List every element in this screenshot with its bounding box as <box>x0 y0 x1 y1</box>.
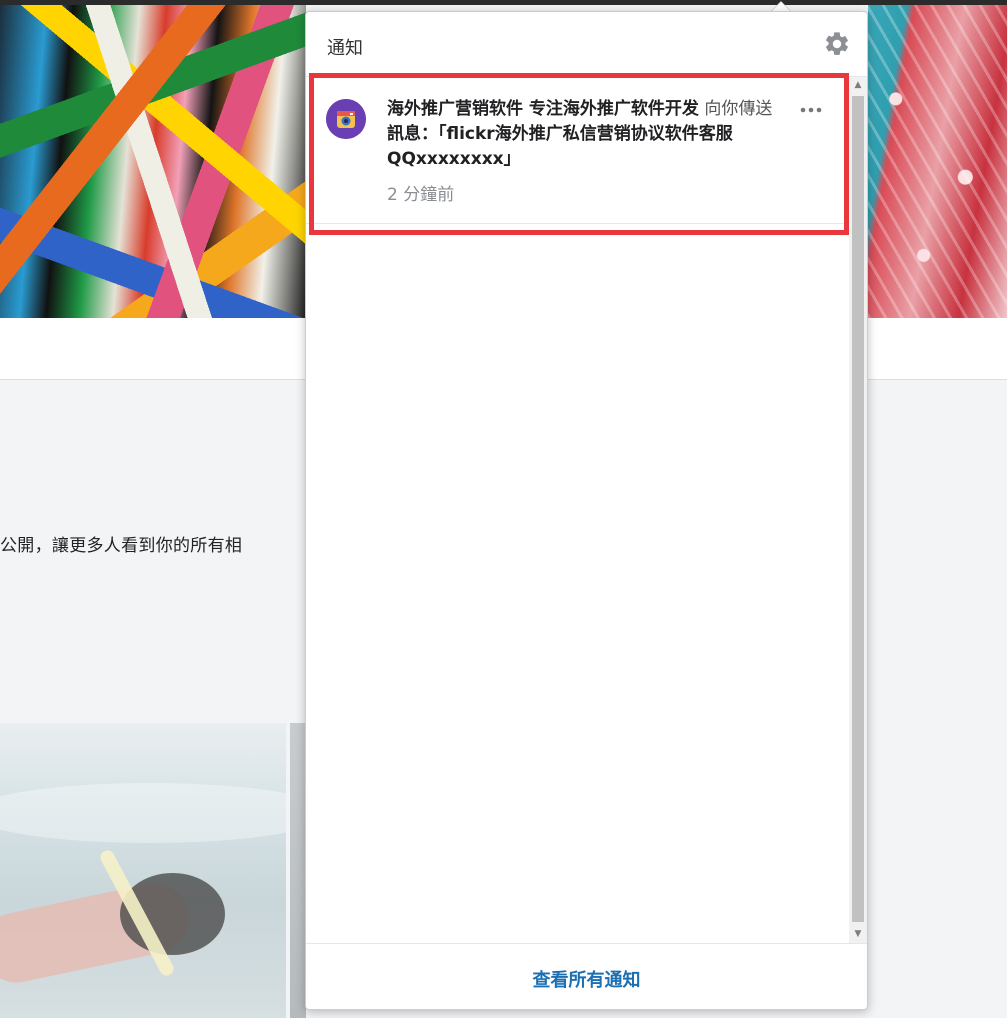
notification-item[interactable]: 海外推广营销软件 专注海外推广软件开发 向你傳送 訊息：「flickr海外推广私… <box>306 77 847 224</box>
notification-time: 2 分鐘前 <box>387 185 455 205</box>
notification-sender[interactable]: 海外推广营销软件 专注海外推广软件开发 <box>387 99 699 119</box>
notifications-list[interactable]: 海外推广营销软件 专注海外推广软件开发 向你傳送 訊息：「flickr海外推广私… <box>306 77 867 943</box>
photo-thumbnail-edge[interactable] <box>290 723 306 1018</box>
popover-footer: 查看所有通知 <box>306 943 867 1010</box>
scroll-up-arrow-icon[interactable]: ▲ <box>849 77 867 94</box>
gear-icon[interactable] <box>823 30 851 58</box>
more-dots-icon[interactable] <box>798 101 824 119</box>
notifications-popover: 通知 海外推广营销软件 专注海外推广软件开发 向你傳送 訊息：「flickr海外… <box>305 11 868 1010</box>
notification-action: 向你傳送 <box>704 99 773 119</box>
notification-text: 海外推广营销软件 专注海外推广软件开发 向你傳送 訊息：「flickr海外推广私… <box>387 97 787 172</box>
cover-photo-left <box>0 5 306 318</box>
camera-avatar-icon[interactable] <box>326 99 366 139</box>
photo-wave <box>0 783 286 843</box>
profile-description: 公開，讓更多人看到你的所有相 <box>0 536 243 556</box>
scrollbar-thumb[interactable] <box>852 96 864 922</box>
scrollbar[interactable]: ▲ ▼ <box>849 77 867 943</box>
popover-header: 通知 <box>306 12 867 77</box>
view-all-notifications-link[interactable]: 查看所有通知 <box>533 966 641 992</box>
popover-title: 通知 <box>327 38 363 59</box>
cover-photo-right <box>868 5 1007 318</box>
scroll-down-arrow-icon[interactable]: ▼ <box>849 926 867 943</box>
notification-message: 訊息：「flickr海外推广私信营销协议软件客服QQxxxxxxxx」 <box>387 124 733 169</box>
photo-thumbnail-swimmer[interactable] <box>0 723 286 1018</box>
